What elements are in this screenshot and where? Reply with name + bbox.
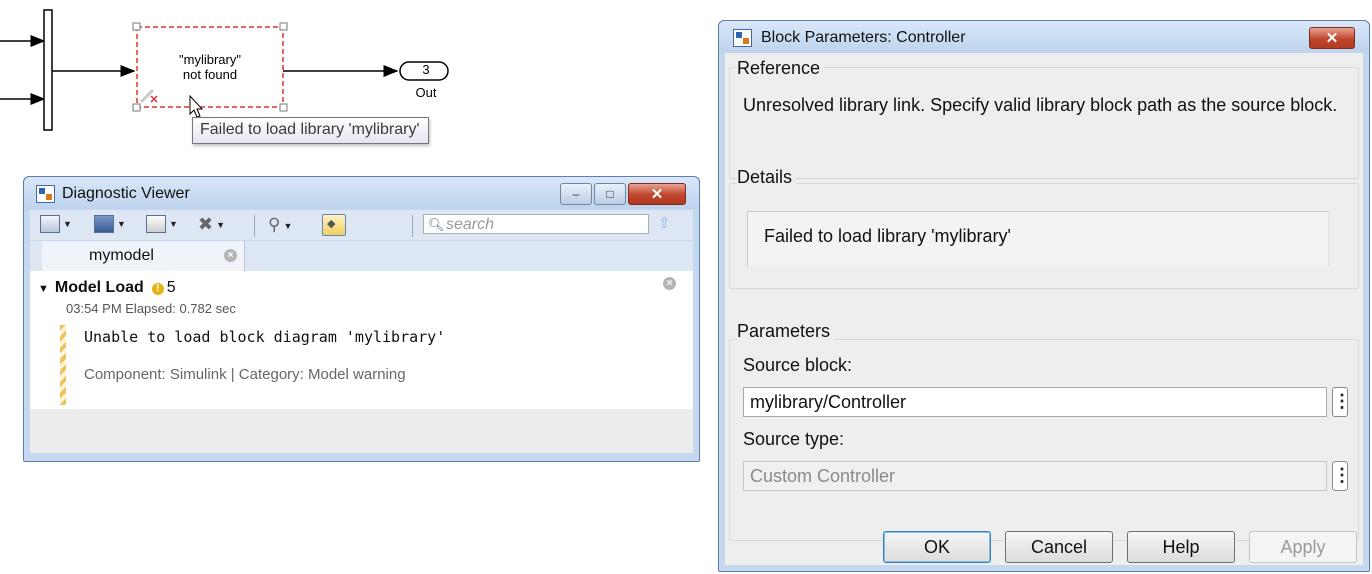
- error-tooltip: Failed to load library 'mylibrary': [192, 117, 429, 144]
- dismiss-section-icon[interactable]: ×: [663, 277, 676, 290]
- tab-mymodel[interactable]: mymodel ×: [42, 241, 245, 271]
- warning-icon: !: [151, 283, 164, 295]
- missing-block-label[interactable]: "mylibrary" not found: [142, 52, 278, 82]
- highlight-toggle[interactable]: ◆: [322, 214, 346, 236]
- parameters-label: Parameters: [737, 321, 835, 342]
- warning-count: 5: [166, 279, 176, 296]
- selection-handle: [279, 22, 288, 31]
- cancel-button[interactable]: Cancel: [1005, 531, 1113, 563]
- details-text-box: Failed to load library 'mylibrary': [747, 211, 1329, 266]
- selection-handle: [279, 103, 288, 112]
- details-label: Details: [737, 167, 797, 188]
- source-type-label: Source type:: [743, 429, 845, 449]
- apply-button[interactable]: Apply: [1249, 531, 1357, 563]
- search-icon: 🔍︎: [428, 217, 445, 232]
- clear-icon: ✖: [198, 214, 214, 234]
- maximize-button[interactable]: □: [594, 183, 626, 205]
- diagnostic-meta: Component: Simulink | Category: Model wa…: [84, 366, 406, 383]
- diagnostic-viewer-window: Diagnostic Viewer – □ ✕ ▼ ▼ ▼ ✖ ▼ ⚲ ▼ ◆ 🔍︎…: [23, 176, 700, 462]
- reference-group: [729, 67, 1359, 179]
- source-block-menu-icon[interactable]: ⋮: [1332, 387, 1351, 417]
- details-text: Failed to load library 'mylibrary': [764, 226, 1011, 246]
- selection-handle: [132, 103, 141, 112]
- outport-number: 3: [422, 62, 430, 77]
- clear-menu[interactable]: ✖ ▼: [198, 215, 225, 235]
- diagnostic-content: × ▼ Model Load! 5 03:54 PM Elapsed: 0.782 …: [30, 271, 693, 409]
- layout-menu[interactable]: ▼: [40, 215, 72, 235]
- diagnostic-toolbar: ▼ ▼ ▼ ✖ ▼ ⚲ ▼ ◆ 🔍︎ search ⇧: [30, 210, 693, 240]
- source-block-field[interactable]: mylibrary/Controller: [743, 387, 1327, 417]
- load-timestamp: 03:54 PM Elapsed: 0.782 sec: [66, 301, 236, 316]
- diagnostic-footer: [30, 409, 693, 453]
- window-title: Diagnostic Viewer: [62, 185, 190, 202]
- filter-menu[interactable]: ⚲ ▼: [268, 215, 292, 235]
- diagnostic-viewer-titlebar[interactable]: Diagnostic Viewer – □ ✕: [24, 177, 699, 209]
- highlight-icon: ◆: [327, 218, 336, 230]
- simulink-diagram: "mylibrary" not found 3 Out Failed to lo…: [0, 0, 720, 160]
- toolbar-separator: [412, 215, 413, 237]
- close-button[interactable]: ✕: [628, 183, 686, 205]
- block-parameters-titlebar[interactable]: Block Parameters: Controller ✕: [719, 21, 1369, 53]
- close-tab-icon[interactable]: ×: [224, 249, 237, 262]
- save-menu[interactable]: ▼: [94, 215, 126, 235]
- up-arrow-icon[interactable]: ⇧: [658, 214, 671, 234]
- filter-icon: ⚲: [268, 215, 281, 234]
- block-parameters-dialog: Block Parameters: Controller ✕ Reference…: [718, 20, 1370, 572]
- layout-icon: [40, 215, 60, 234]
- source-block-label: Source block:: [743, 355, 853, 375]
- reference-description: Unresolved library link. Specify valid l…: [743, 95, 1338, 115]
- mux-block: [43, 9, 53, 131]
- warning-stripe: [60, 325, 66, 405]
- save-icon: [94, 215, 114, 234]
- matlab-app-icon: [36, 185, 55, 203]
- dialog-body: Reference Unresolved library link. Speci…: [725, 53, 1363, 565]
- source-type-field[interactable]: Custom Controller: [743, 461, 1327, 491]
- reference-label: Reference: [737, 58, 825, 79]
- model-load-section[interactable]: ▼ Model Load! 5: [38, 279, 176, 297]
- dialog-title: Block Parameters: Controller: [761, 29, 966, 46]
- dialog-close-button[interactable]: ✕: [1309, 27, 1355, 49]
- outport-label: Out: [415, 85, 437, 100]
- help-button[interactable]: Help: [1127, 531, 1235, 563]
- search-input[interactable]: 🔍︎ search: [423, 214, 649, 234]
- source-type-menu-icon[interactable]: ⋮: [1332, 461, 1351, 491]
- copy-icon: [146, 215, 166, 234]
- tab-strip: mymodel ×: [30, 241, 693, 271]
- minimize-button[interactable]: –: [560, 183, 592, 205]
- toolbar-separator: [254, 215, 255, 237]
- search-placeholder: search: [446, 216, 495, 233]
- copy-menu[interactable]: ▼: [146, 215, 178, 235]
- diagnostic-message[interactable]: Unable to load block diagram 'mylibrary': [84, 328, 445, 346]
- ok-button[interactable]: OK: [883, 531, 991, 563]
- collapse-caret-icon: ▼: [38, 283, 49, 295]
- simulink-app-icon: [733, 29, 752, 47]
- selection-handle: [132, 22, 141, 31]
